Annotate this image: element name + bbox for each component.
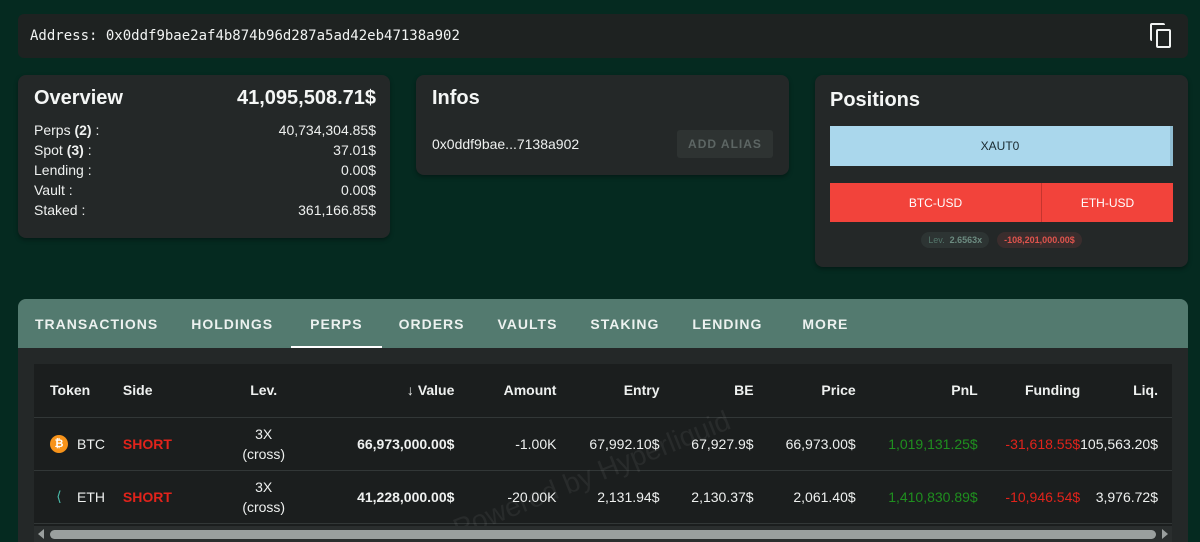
leverage-badge: Lev. 2.6563x [921,232,990,248]
perps-table-container: Token Side Lev. ↓ Value Amount Entry BE … [34,364,1172,542]
position-chip-eth-usd[interactable]: ETH-USD [1042,183,1173,222]
side-cell: SHORT [122,470,211,524]
header-side[interactable]: Side [122,364,211,418]
tab-transactions[interactable]: TRANSACTIONS [35,299,158,348]
horizontal-scrollbar[interactable] [34,526,1172,542]
entry-cell: 2,131.94$ [556,470,660,524]
positions-table-panel: TRANSACTIONS HOLDINGS PERPS ORDERS VAULT… [18,299,1188,542]
scroll-left-arrow-icon[interactable] [38,529,44,539]
positions-title: Positions [830,89,921,111]
positions-card: Positions XAUT0 BTC-USD ETH-USD Lev. 2.6… [815,75,1188,267]
overview-row-lending: Lending : 0.00$ [34,162,376,178]
liq-cell: 3,976.72$ [1080,470,1172,524]
lev-cell: 3X (cross) [210,470,317,524]
overview-value: 361,166.85$ [298,202,376,218]
pnl-cell: 1,019,131.25$ [855,417,978,471]
tab-perps[interactable]: PERPS [291,299,383,348]
overview-value: 0.00$ [340,162,376,178]
position-chip-btc-usd[interactable]: BTC-USD [830,183,1042,222]
entry-cell: 67,992.10$ [556,417,660,471]
header-be[interactable]: BE [659,364,754,418]
be-cell: 67,927.9$ [659,417,754,471]
liq-cell: 105,563.20$ [1080,417,1172,471]
address-value: 0x0ddf9bae2af4b874b96d287a5ad42eb47138a9… [105,28,460,44]
address-bar: Address: 0x0ddf9bae2af4b874b96d287a5ad42… [18,14,1188,58]
pnl-badge: -108,201,000.00$ [997,232,1082,248]
overview-card: Overview 41,095,508.71$ Perps (2) : 40,7… [18,75,390,238]
side-cell: SHORT [122,417,211,471]
funding-cell: -10,946.54$ [977,470,1081,524]
copy-icon[interactable] [1150,23,1174,49]
overview-row-staked: Staked : 361,166.85$ [34,202,376,218]
overview-total: 41,095,508.71$ [236,87,376,109]
header-value[interactable]: ↓ Value [316,364,455,418]
table-header-row: Token Side Lev. ↓ Value Amount Entry BE … [34,364,1172,418]
bitcoin-icon: ₿ [50,435,68,453]
add-alias-button[interactable]: ADD ALIAS [677,130,773,158]
overview-row-spot: Spot (3) : 37.01$ [34,142,376,158]
tab-bar: TRANSACTIONS HOLDINGS PERPS ORDERS VAULT… [18,299,1188,348]
infos-card: Infos 0x0ddf9bae...7138a902 ADD ALIAS [416,75,789,175]
infos-title: Infos [432,87,480,109]
tab-holdings[interactable]: HOLDINGS [191,299,273,348]
amount-cell: -1.00K [454,417,557,471]
overview-row-perps: Perps (2) : 40,734,304.85$ [34,122,376,138]
scroll-right-arrow-icon[interactable] [1162,529,1168,539]
header-lev[interactable]: Lev. [210,364,317,418]
position-chip-xaut0[interactable]: XAUT0 [830,126,1173,166]
table-row[interactable]: ⟨ ETH SHORT 3X (cross) 41,228,000.00$ -2… [34,470,1172,524]
overview-value: 37.01$ [333,142,376,158]
short-address: 0x0ddf9bae...7138a902 [432,136,580,152]
header-pnl[interactable]: PnL [855,364,978,418]
tab-orders[interactable]: ORDERS [399,299,465,348]
overview-row-vault: Vault : 0.00$ [34,182,376,198]
tab-more[interactable]: MORE [802,299,848,348]
overview-title: Overview [34,87,123,109]
overview-value: 0.00$ [340,182,376,198]
header-price[interactable]: Price [753,364,856,418]
header-amount[interactable]: Amount [454,364,557,418]
token-name: ETH [77,488,105,505]
scroll-thumb[interactable] [50,530,1156,539]
header-funding[interactable]: Funding [977,364,1081,418]
funding-cell: -31,618.55$ [977,417,1081,471]
value-cell: 66,973,000.00$ [316,417,455,471]
pnl-cell: 1,410,830.89$ [855,470,978,524]
perps-table: Token Side Lev. ↓ Value Amount Entry BE … [34,364,1172,524]
header-liq[interactable]: Liq. [1080,364,1172,418]
table-row[interactable]: ₿ BTC SHORT 3X (cross) 66,973,000.00$ -1… [34,417,1172,471]
ethereum-icon: ⟨ [56,488,62,504]
price-cell: 2,061.40$ [753,470,856,524]
tab-staking[interactable]: STAKING [590,299,659,348]
header-token[interactable]: Token [34,364,123,418]
token-name: BTC [77,436,105,452]
header-entry[interactable]: Entry [556,364,660,418]
be-cell: 2,130.37$ [659,470,754,524]
lev-cell: 3X (cross) [210,417,317,471]
amount-cell: -20.00K [454,470,557,524]
address-text: Address: 0x0ddf9bae2af4b874b96d287a5ad42… [30,28,460,44]
price-cell: 66,973.00$ [753,417,856,471]
value-cell: 41,228,000.00$ [316,470,455,524]
sort-arrow-down-icon: ↓ [406,382,414,399]
tab-lending[interactable]: LENDING [692,299,762,348]
overview-value: 40,734,304.85$ [278,122,376,138]
tab-vaults[interactable]: VAULTS [498,299,558,348]
address-label: Address: [30,28,98,44]
